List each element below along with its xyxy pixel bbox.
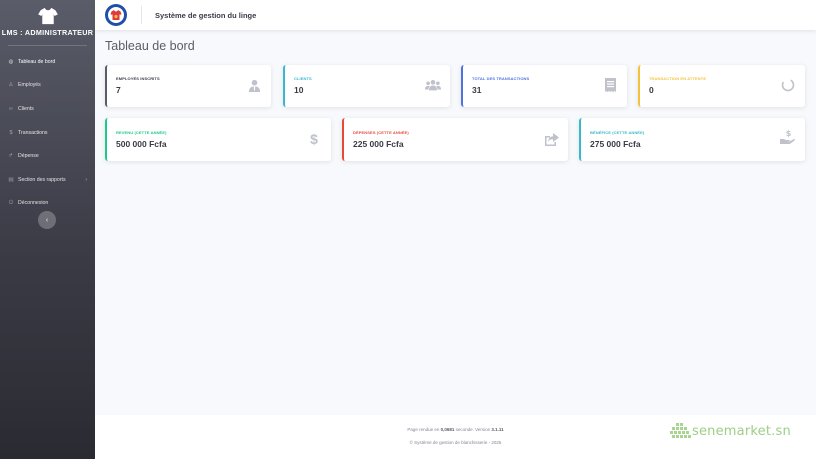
stat-card-value: 275 000 Fcfa (590, 139, 641, 149)
sidebar-item-label: Tableau de bord (18, 58, 56, 65)
users-icon (425, 77, 441, 93)
watermark: senemarket.sn (670, 423, 791, 439)
stat-card-value: 7 (116, 85, 121, 95)
dollar-icon: $ (310, 131, 318, 147)
logo-inner (108, 7, 124, 23)
stat-card-value: 225 000 Fcfa (353, 139, 404, 149)
file-icon: ▤ (8, 176, 14, 183)
footer-version: 3.1.11 (491, 427, 504, 432)
palette-icon: ◍ (8, 58, 14, 65)
stat-card-clients: CLIENTS 10 (283, 65, 450, 107)
share-square-icon (543, 131, 559, 147)
sidebar-brand-text: LMS : ADMINISTRATEUR (1, 28, 94, 37)
footer-render-mid: seconde. Version (454, 427, 492, 432)
stat-card-label: TOTAL DES TRANSACTIONS (472, 76, 530, 81)
sidebar-item-depense[interactable]: ↱ Dépense (0, 144, 95, 168)
power-icon: ⏻ (8, 199, 14, 206)
chevron-right-icon: › (85, 176, 87, 183)
stat-card-value: 31 (472, 85, 482, 95)
user-tie-icon (246, 77, 262, 93)
watermark-text: senemarket.sn (692, 423, 791, 439)
stat-card-value: 500 000 Fcfa (116, 139, 167, 149)
stat-card-revenu: REVENU (CETTE ANNÉE) 500 000 Fcfa $ (105, 118, 331, 161)
tshirt-icon (37, 7, 58, 25)
stat-card-label: CLIENTS (294, 76, 312, 81)
dollar-icon: $ (9, 129, 13, 136)
sidebar-nav: ◍ Tableau de bord ♙ Employés ∞ Clients $… (0, 46, 95, 215)
stat-card-label: TRANSACTION EN ATTENTE (649, 76, 707, 81)
stat-card-benefice: BÉNÉFICE (CETTE ANNÉE) 275 000 Fcfa $ (579, 118, 805, 161)
hand-holding-dollar-icon: $ (780, 129, 796, 145)
stat-card-value: 0 (649, 85, 654, 95)
sidebar-item-employes[interactable]: ♙ Employés (0, 74, 95, 98)
share-icon: ↱ (8, 153, 14, 160)
sidebar-item-label: Clients (18, 105, 34, 112)
footer-render-time: 0,0681 (440, 427, 455, 432)
sidebar-item-label: Déconnexion (18, 200, 49, 207)
sidebar-item-clients[interactable]: ∞ Clients (0, 97, 95, 121)
stat-card-employes-inscrits: EMPLOYÉS INSCRITS 7 (105, 65, 271, 107)
footer-render-prefix: Page rendue en (407, 427, 441, 432)
receipt-icon (602, 77, 618, 93)
spinner-icon (780, 77, 796, 93)
sidebar-item-transactions[interactable]: $ Transactions (0, 121, 95, 145)
sidebar-brand[interactable]: LMS : ADMINISTRATEUR (0, 0, 95, 42)
sidebar-item-label: Transactions (18, 129, 48, 136)
stat-card-label: EMPLOYÉS INSCRITS (116, 76, 160, 81)
page-title: Tableau de bord (105, 39, 195, 53)
sidebar-item-section-des-rapports[interactable]: ▤ Section des rapports › (0, 168, 95, 192)
sidebar-item-label: Section des rapports (18, 176, 66, 183)
topbar: Système de gestion du linge (95, 0, 816, 30)
stat-card-depenses: DÉPENSES (CETTE ANNÉE) 225 000 Fcfa (342, 118, 568, 161)
users-icon: ∞ (9, 105, 13, 112)
app-logo[interactable] (105, 4, 127, 26)
topbar-divider (141, 6, 142, 24)
sidebar-item-label: Employés (18, 82, 41, 89)
grid-icon (670, 423, 691, 438)
stat-card-label: DÉPENSES (CETTE ANNÉE) (353, 130, 409, 135)
sidebar-item-label: Dépense (18, 153, 39, 160)
chevron-left-icon: ‹ (45, 216, 49, 224)
app-title: Système de gestion du linge (155, 10, 257, 20)
sidebar: LMS : ADMINISTRATEUR ◍ Tableau de bord ♙… (0, 0, 95, 459)
footer-copyright: © Système de gestion de blanchisserie - … (409, 440, 502, 445)
stat-card-label: REVENU (CETTE ANNÉE) (116, 130, 167, 135)
stat-card-total-transactions: TOTAL DES TRANSACTIONS 31 (461, 65, 627, 107)
sidebar-item-tableau-de-bord[interactable]: ◍ Tableau de bord (0, 50, 95, 74)
stat-card-value: 10 (294, 85, 304, 95)
user-icon: ♙ (8, 82, 14, 89)
stat-card-label: BÉNÉFICE (CETTE ANNÉE) (590, 130, 645, 135)
footer: Page rendue en 0,0681 seconde. Version 3… (95, 415, 816, 459)
logo-shirt-icon (110, 10, 122, 20)
stat-card-transaction-en-attente: TRANSACTION EN ATTENTE 0 (638, 65, 805, 107)
sidebar-toggle-button[interactable]: ‹ (38, 211, 56, 229)
svg-text:$: $ (786, 129, 792, 138)
